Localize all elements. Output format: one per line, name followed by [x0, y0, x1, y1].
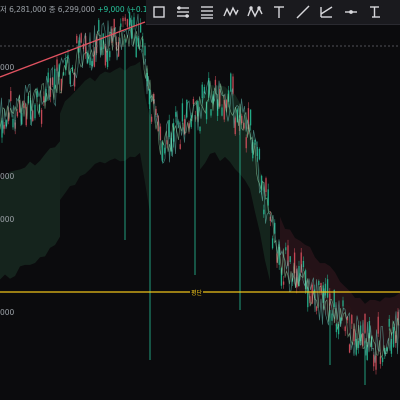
candle-body	[324, 283, 327, 296]
pattern-icon[interactable]	[244, 1, 266, 23]
candle-body	[285, 247, 287, 251]
candle-body	[271, 238, 274, 249]
candle-body	[47, 72, 49, 83]
candle-body	[344, 326, 346, 331]
axis-label: 000	[0, 215, 15, 224]
candle-body	[318, 280, 320, 286]
candle-body	[192, 98, 195, 105]
candle-body	[388, 318, 390, 327]
candle-body	[230, 73, 232, 92]
support-label: 평단	[190, 288, 204, 297]
chart-window: { "ohlc": { "low_label": "저", "low_value…	[0, 0, 400, 400]
candle-body	[76, 35, 78, 44]
candle-body	[124, 17, 126, 21]
candle-body	[331, 313, 333, 321]
candle-body	[265, 178, 267, 193]
trendline-icon[interactable]	[292, 1, 314, 23]
candle-body	[245, 137, 247, 149]
cloud-band	[0, 141, 60, 280]
axis-label: 000	[0, 308, 15, 317]
candle-body	[258, 148, 261, 160]
candle-body	[351, 315, 353, 324]
candle-body	[348, 344, 351, 353]
fib-extension-icon[interactable]	[196, 1, 218, 23]
close-value: 6,299,000	[57, 5, 96, 14]
candle-body	[377, 316, 379, 334]
candle-body	[289, 256, 291, 262]
candle-body	[10, 91, 12, 102]
candle-body	[122, 17, 124, 22]
candle-body	[333, 290, 335, 308]
text-icon[interactable]	[268, 1, 290, 23]
candle-body	[210, 109, 212, 116]
candle-body	[133, 17, 135, 27]
candle-body	[150, 116, 153, 122]
candle-body	[381, 357, 384, 363]
candle-body	[249, 109, 252, 126]
candle-body	[135, 36, 137, 58]
price-chart[interactable]	[0, 0, 400, 400]
candle-body	[326, 279, 329, 298]
candle-body	[144, 46, 146, 56]
candle-body	[364, 313, 366, 333]
candle-body	[263, 209, 265, 215]
candle-body	[201, 84, 203, 99]
channel-icon[interactable]	[316, 1, 338, 23]
candle-body	[315, 306, 318, 311]
text-anchor-icon[interactable]	[364, 1, 386, 23]
candle-body	[307, 287, 309, 308]
candle-body	[175, 112, 177, 117]
candle-body	[221, 107, 223, 116]
candle-body	[282, 281, 285, 285]
candle-body	[139, 23, 142, 33]
candle-body	[16, 111, 19, 117]
candle-body	[12, 118, 14, 128]
drawing-toolbar	[146, 0, 400, 25]
candle-body	[89, 57, 91, 66]
candle-body	[181, 103, 184, 122]
rectangle-icon[interactable]	[148, 1, 170, 23]
candle-body	[40, 109, 43, 124]
change-value: +9,000	[97, 5, 125, 14]
zigzag-icon[interactable]	[220, 1, 242, 23]
horizontal-line-icon[interactable]	[340, 1, 362, 23]
fib-icon[interactable]	[172, 1, 194, 23]
candle-body	[302, 260, 305, 268]
candle-body	[342, 300, 344, 307]
low-label: 저	[0, 5, 7, 14]
axis-label: 000	[0, 63, 15, 72]
candle-body	[179, 144, 181, 149]
ohlc-readout: 저 6,281,000 종 6,299,000 +9,000 (+0.14%	[0, 4, 159, 15]
candle-body	[126, 19, 129, 27]
candle-body	[214, 79, 217, 86]
candle-body	[357, 340, 360, 348]
candle-body	[109, 51, 111, 58]
candle-body	[199, 126, 201, 132]
candle-body	[34, 104, 36, 119]
candle-body	[161, 142, 164, 161]
candle-body	[80, 33, 82, 43]
low-value: 6,281,000	[9, 5, 47, 14]
candle-body	[98, 20, 100, 32]
axis-label: 000	[0, 172, 15, 181]
close-label: 종	[48, 5, 56, 14]
